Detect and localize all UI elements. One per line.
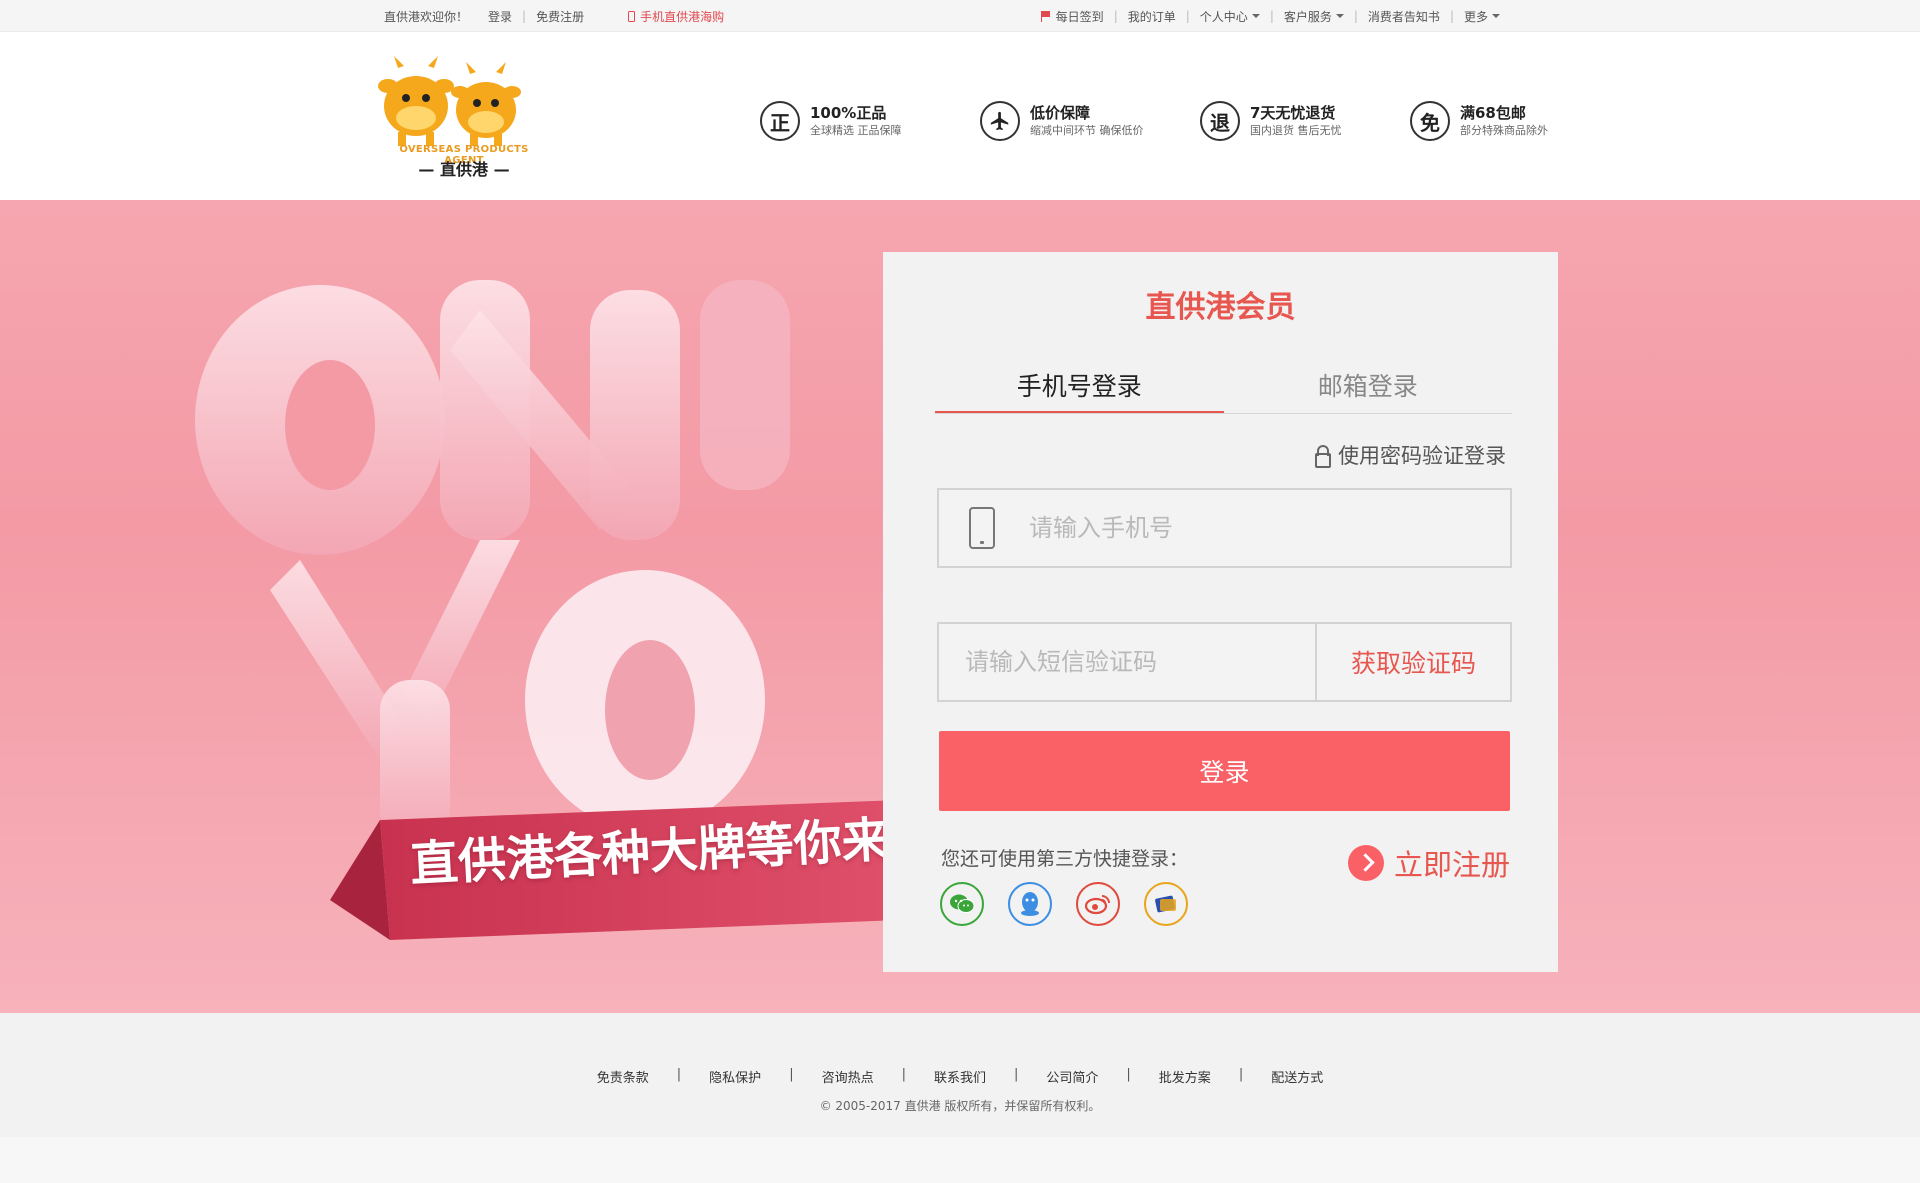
feature-return: 退 7天无忧退货 国内退货 售后无忧 — [1200, 96, 1342, 146]
register-link[interactable]: 免费注册 — [536, 8, 584, 25]
feature-title: 满68包邮 — [1460, 104, 1526, 122]
feature-title: 100%正品 — [810, 104, 887, 122]
checkin-label: 每日签到 — [1055, 9, 1104, 24]
feature-authentic: 正 100%正品 全球精选 正品保障 — [760, 96, 902, 146]
phone-field — [937, 488, 1512, 568]
site-header: OVERSEAS PRODUCTS AGENT — 直供港 — 正 100%正品… — [0, 32, 1920, 200]
orders-link[interactable]: 我的订单 — [1128, 8, 1176, 25]
checkin-link[interactable]: 每日签到 — [1040, 8, 1104, 25]
login-tabs: 手机号登录 邮箱登录 — [935, 362, 1512, 414]
flag-icon — [1040, 10, 1051, 22]
password-login-label: 使用密码验证登录 — [1338, 444, 1506, 468]
divider: | — [901, 1067, 906, 1082]
password-login-link[interactable]: 使用密码验证登录 — [1314, 440, 1506, 470]
phone-input[interactable] — [1029, 514, 1510, 542]
alipay-icon[interactable] — [1144, 882, 1188, 926]
footer-link-privacy[interactable]: 隐私保护 — [709, 1067, 761, 1086]
divider: | — [1269, 9, 1274, 23]
divider: | — [1126, 1067, 1131, 1082]
feature-title: 低价保障 — [1030, 104, 1091, 122]
top-bar: 直供港欢迎你！ 登录 | 免费注册 手机直供港海购 每日签到 | 我的订单 | … — [0, 0, 1920, 32]
qq-icon[interactable] — [1008, 882, 1052, 926]
mobile-icon — [628, 10, 636, 22]
chevron-down-icon — [1251, 14, 1260, 18]
feature-desc: 全球精选 正品保障 — [810, 124, 902, 137]
bottom-strip — [0, 1137, 1920, 1183]
divider: | — [1185, 9, 1190, 23]
mobile-phone-icon — [969, 507, 995, 549]
footer-link-wholesale[interactable]: 批发方案 — [1159, 1067, 1211, 1086]
footer-link-delivery[interactable]: 配送方式 — [1271, 1067, 1323, 1086]
divider: | — [1353, 9, 1358, 23]
tab-phone-login[interactable]: 手机号登录 — [935, 362, 1224, 413]
lock-icon — [1314, 445, 1332, 468]
feature-desc: 国内退货 售后无忧 — [1250, 124, 1342, 137]
free-shipping-icon: 免 — [1410, 101, 1450, 141]
footer: 免责条款 | 隐私保护 | 咨询热点 | 联系我们 | 公司简介 | 批发方案 … — [0, 1013, 1920, 1137]
register-now-label: 立即注册 — [1393, 848, 1510, 882]
divider: | — [522, 9, 527, 23]
wechat-icon[interactable] — [940, 882, 984, 926]
personal-center-label: 个人中心 — [1199, 9, 1248, 24]
footer-link-about[interactable]: 公司简介 — [1046, 1067, 1098, 1086]
mobile-shop-label: 手机直供港海购 — [640, 9, 725, 24]
panel-title: 直供港会员 — [1145, 290, 1296, 325]
divider: | — [789, 1067, 794, 1082]
third-party-label: 您还可使用第三方快捷登录： — [941, 848, 1189, 870]
login-button[interactable]: 登录 — [939, 731, 1510, 811]
logo-name: — 直供港 — — [418, 160, 510, 179]
chevron-down-icon — [1335, 14, 1344, 18]
footer-link-contact[interactable]: 联系我们 — [934, 1067, 986, 1086]
more-menu[interactable]: 更多 — [1464, 8, 1500, 25]
personal-center-menu[interactable]: 个人中心 — [1200, 8, 1260, 25]
copyright: © 2005-2017 直供港 版权所有，并保留所有权利。 — [819, 1099, 1101, 1113]
more-label: 更多 — [1463, 9, 1488, 24]
customer-service-menu[interactable]: 客户服务 — [1284, 8, 1344, 25]
sms-code-field: 获取验证码 — [937, 622, 1512, 702]
divider: | — [1113, 9, 1118, 23]
login-link[interactable]: 登录 — [488, 8, 512, 25]
feature-title: 7天无忧退货 — [1250, 104, 1336, 122]
customer-service-label: 客户服务 — [1283, 9, 1332, 24]
chevron-right-icon — [1347, 845, 1384, 881]
footer-link-disclaimer[interactable]: 免责条款 — [597, 1067, 649, 1086]
sms-code-input[interactable] — [939, 648, 1317, 676]
chevron-down-icon — [1492, 14, 1500, 18]
return-icon: 退 — [1200, 101, 1240, 141]
third-party-logins — [940, 882, 1212, 926]
footer-link-hotline[interactable]: 咨询热点 — [822, 1067, 874, 1086]
divider: | — [1449, 9, 1454, 23]
get-code-button[interactable]: 获取验证码 — [1315, 624, 1510, 700]
tab-email-login[interactable]: 邮箱登录 — [1224, 362, 1513, 413]
airplane-icon — [980, 101, 1020, 141]
feature-free-shipping: 免 满68包邮 部分特殊商品除外 — [1410, 96, 1548, 146]
consumer-notice-link[interactable]: 消费者告知书 — [1368, 8, 1440, 25]
footer-links: 免责条款 | 隐私保护 | 咨询热点 | 联系我们 | 公司简介 | 批发方案 … — [0, 1067, 1920, 1086]
authentic-icon: 正 — [760, 101, 800, 141]
weibo-icon[interactable] — [1076, 882, 1120, 926]
feature-desc: 部分特殊商品除外 — [1460, 124, 1548, 137]
divider: | — [1014, 1067, 1019, 1082]
divider: | — [1238, 1067, 1244, 1082]
mobile-shop-link[interactable]: 手机直供港海购 — [628, 8, 724, 25]
welcome-text: 直供港欢迎你！ — [384, 9, 469, 24]
feature-low-price: 低价保障 缩减中间环节 确保低价 — [980, 96, 1144, 146]
feature-desc: 缩减中间环节 确保低价 — [1030, 124, 1144, 137]
register-now-link[interactable]: 立即注册 — [1347, 842, 1510, 884]
login-panel: 直供港会员 手机号登录 邮箱登录 使用密码验证登录 获取验证码 登录 您还可使用… — [883, 252, 1558, 972]
divider: | — [676, 1067, 682, 1082]
